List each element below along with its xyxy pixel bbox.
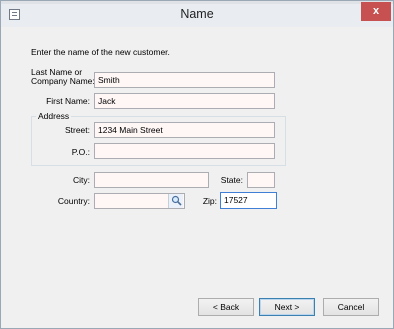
zip-label: Zip: [202, 196, 217, 206]
first-name-field[interactable]: Jack [94, 93, 275, 109]
address-group-label: Address [36, 111, 72, 121]
window-title: Name [180, 7, 214, 21]
title-bar[interactable]: Name x [1, 1, 393, 27]
country-label: Country: [57, 196, 90, 206]
city-label: City: [73, 175, 90, 185]
po-field[interactable] [94, 143, 275, 159]
next-button[interactable]: Next > [259, 298, 315, 316]
state-field[interactable] [247, 172, 275, 188]
last-name-label-line2: Company Name: [31, 76, 95, 86]
zip-field[interactable]: 17527 [220, 192, 277, 209]
back-button[interactable]: < Back [198, 298, 254, 316]
state-label: State: [220, 175, 243, 185]
country-lookup-button[interactable] [168, 194, 183, 208]
po-label: P.O.: [71, 147, 90, 157]
magnifier-icon [171, 195, 182, 206]
cancel-button[interactable]: Cancel [323, 298, 379, 316]
title-bar-top-strip [1, 1, 393, 4]
close-button[interactable]: x [361, 2, 391, 21]
instruction-text: Enter the name of the new customer. [31, 47, 170, 57]
street-label: Street: [64, 125, 90, 135]
last-name-field[interactable]: Smith [94, 72, 275, 88]
street-field[interactable]: 1234 Main Street [94, 122, 275, 138]
city-field[interactable] [94, 172, 209, 188]
first-name-label: First Name: [46, 96, 90, 106]
close-icon: x [372, 5, 380, 17]
